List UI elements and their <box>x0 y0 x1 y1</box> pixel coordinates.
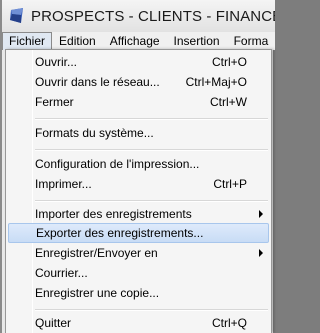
menu-item-importer[interactable]: Importer des enregistrements <box>8 204 269 224</box>
menu-item-label: Quitter <box>35 316 72 330</box>
menu-item-label: Courrier... <box>35 266 88 280</box>
menu-fichier[interactable]: Fichier <box>2 32 53 50</box>
menu-separator <box>35 118 268 120</box>
menu-item-exporter[interactable]: Exporter des enregistrements... <box>8 223 269 243</box>
menu-item-label: Ouvrir... <box>35 55 78 69</box>
menu-item-label: Imprimer... <box>35 177 92 191</box>
menu-item-ouvrir[interactable]: Ouvrir... Ctrl+O <box>8 52 269 72</box>
menu-item-shortcut: Ctrl+Maj+O <box>185 75 247 89</box>
app-window: PROSPECTS - CLIENTS - FINANCEURS Fichier… <box>0 0 275 333</box>
window-title: PROSPECTS - CLIENTS - FINANCEURS <box>31 7 275 25</box>
menu-item-shortcut: Ctrl+P <box>213 177 247 191</box>
menu-item-courrier[interactable]: Courrier... <box>8 263 269 283</box>
menu-item-shortcut: Ctrl+W <box>210 95 247 109</box>
file-menu-dropdown: Ouvrir... Ctrl+O Ouvrir dans le réseau..… <box>5 49 272 333</box>
menu-item-enregistrer-envoyer[interactable]: Enregistrer/Envoyer en <box>8 243 269 263</box>
menu-item-label: Importer des enregistrements <box>35 207 192 221</box>
menu-item-configuration-impression[interactable]: Configuration de l'impression... <box>8 154 269 174</box>
menu-item-fermer[interactable]: Fermer Ctrl+W <box>8 92 269 112</box>
menu-item-label: Exporter des enregistrements... <box>36 226 204 240</box>
menu-item-ouvrir-reseau[interactable]: Ouvrir dans le réseau... Ctrl+Maj+O <box>8 72 269 92</box>
menu-item-formats-systeme[interactable]: Formats du système... <box>8 123 269 143</box>
submenu-arrow-icon <box>259 210 263 218</box>
menu-item-quitter[interactable]: Quitter Ctrl+Q <box>8 313 269 333</box>
title-bar: PROSPECTS - CLIENTS - FINANCEURS <box>2 0 275 32</box>
menu-item-label: Formats du système... <box>35 126 154 140</box>
menu-edition[interactable]: Edition <box>52 32 103 50</box>
menu-item-label: Ouvrir dans le réseau... <box>35 75 160 89</box>
menu-insertion[interactable]: Insertion <box>167 32 227 50</box>
menu-item-label: Fermer <box>35 95 74 109</box>
menu-item-label: Enregistrer une copie... <box>35 286 160 300</box>
menu-item-imprimer[interactable]: Imprimer... Ctrl+P <box>8 174 269 194</box>
menu-item-shortcut: Ctrl+O <box>211 55 247 69</box>
menu-item-label: Configuration de l'impression... <box>35 157 200 171</box>
menu-item-enregistrer-copie[interactable]: Enregistrer une copie... <box>8 283 269 303</box>
submenu-arrow-icon <box>259 249 263 257</box>
menu-item-label: Enregistrer/Envoyer en <box>35 246 158 260</box>
menu-bar: Fichier Edition Affichage Insertion Form… <box>2 32 275 50</box>
app-logo-icon <box>10 8 23 23</box>
menu-item-shortcut: Ctrl+Q <box>211 316 247 330</box>
menu-affichage[interactable]: Affichage <box>103 32 167 50</box>
menu-separator <box>35 149 268 151</box>
menu-separator <box>35 309 268 311</box>
menu-format[interactable]: Forma <box>227 32 275 50</box>
menu-separator <box>35 200 268 202</box>
